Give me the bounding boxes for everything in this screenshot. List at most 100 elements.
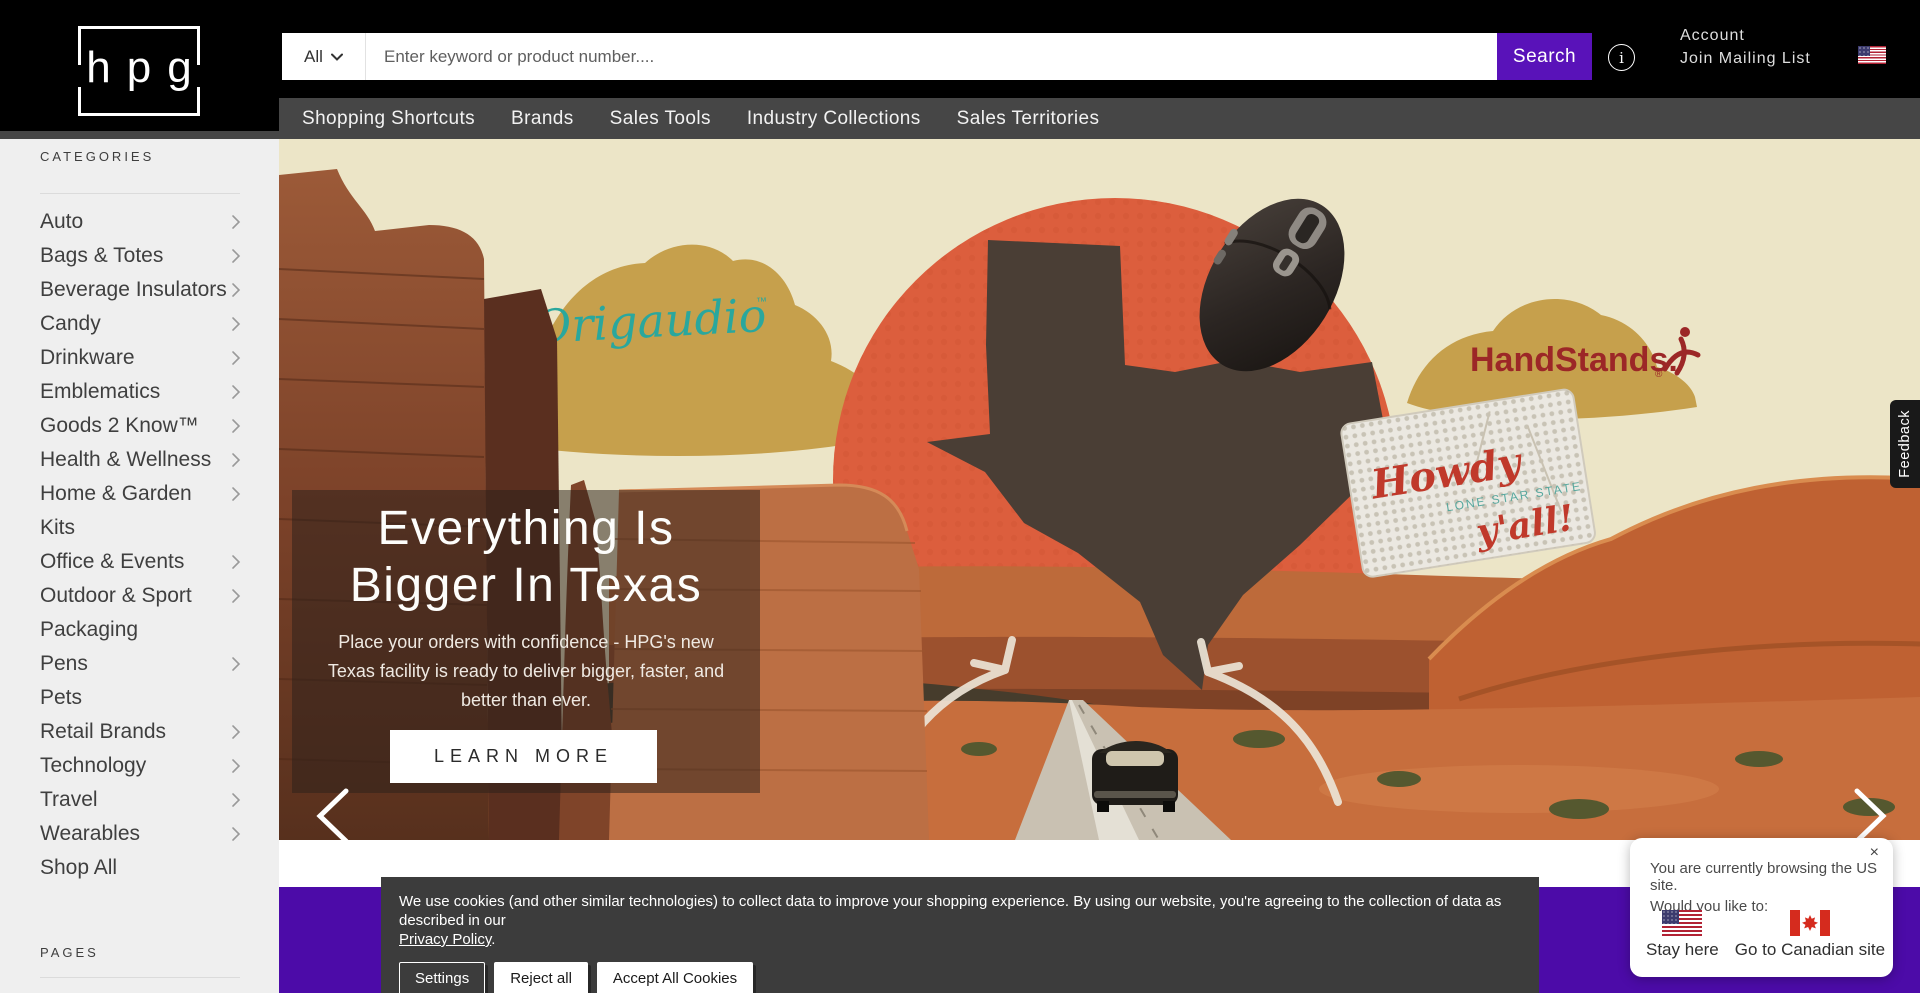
nav-item-industry-collections[interactable]: Industry Collections — [747, 108, 921, 130]
category-label: Goods 2 Know™ — [40, 414, 199, 438]
cookie-reject-all-button[interactable]: Reject all — [494, 962, 588, 993]
cookie-buttons: Settings Reject all Accept All Cookies — [399, 962, 1521, 993]
category-label: Wearables — [40, 822, 140, 846]
join-mailing-list-link[interactable]: Join Mailing List — [1680, 47, 1811, 70]
category-label: Auto — [40, 210, 83, 234]
chevron-down-icon — [331, 53, 343, 61]
cookie-banner: We use cookies (and other similar techno… — [381, 877, 1539, 993]
sidebar-item-emblematics[interactable]: Emblematics — [0, 375, 279, 409]
hero-headline: Everything Is Bigger In Texas — [292, 500, 760, 614]
cookie-settings-button[interactable]: Settings — [399, 962, 485, 993]
hero-text-panel: Everything Is Bigger In Texas Place your… — [292, 490, 760, 793]
region-option-stay-here[interactable]: Stay here — [1646, 910, 1719, 960]
chevron-right-icon — [231, 724, 241, 740]
region-option-label: Go to Canadian site — [1735, 940, 1885, 960]
sidebar-item-auto[interactable]: Auto — [0, 205, 279, 239]
category-label: Packaging — [40, 618, 138, 642]
carousel-next-button[interactable] — [1847, 787, 1893, 840]
sidebar: CATEGORIES Auto Bags & Totes Beverage Insu… — [0, 139, 279, 993]
chevron-right-icon — [231, 792, 241, 808]
chevron-right-icon — [231, 384, 241, 400]
search-input[interactable] — [366, 33, 1497, 80]
popup-line1: You are currently browsing the US site. — [1650, 860, 1893, 894]
nav-item-brands[interactable]: Brands — [511, 108, 574, 130]
feedback-tab[interactable]: Feedback — [1890, 400, 1920, 488]
chevron-right-icon — [231, 350, 241, 366]
hpg-logo-text: hpg — [81, 43, 213, 93]
us-flag-icon[interactable] — [1858, 46, 1886, 64]
svg-text:™: ™ — [756, 296, 768, 309]
chevron-right-icon — [231, 282, 241, 298]
category-label: Shop All — [40, 856, 117, 880]
divider — [40, 193, 240, 194]
sidebar-item-wearables[interactable]: Wearables — [0, 817, 279, 851]
region-popup: × You are currently browsing the US site… — [1630, 838, 1893, 977]
sidebar-item-travel[interactable]: Travel — [0, 783, 279, 817]
privacy-policy-link[interactable]: Privacy Policy — [399, 931, 491, 948]
hero-description: Place your orders with confidence - HPG'… — [320, 628, 732, 715]
sidebar-item-office-events[interactable]: Office & Events — [0, 545, 279, 579]
cookie-period: . — [491, 931, 495, 948]
sidebar-item-outdoor-sport[interactable]: Outdoor & Sport — [0, 579, 279, 613]
category-label: Kits — [40, 516, 75, 540]
sidebar-item-candy[interactable]: Candy — [0, 307, 279, 341]
account-link[interactable]: Account — [1680, 24, 1811, 47]
chevron-right-icon — [231, 588, 241, 604]
chevron-right-icon — [231, 486, 241, 502]
sidebar-item-retail-brands[interactable]: Retail Brands — [0, 715, 279, 749]
sidebar-item-bags-totes[interactable]: Bags & Totes — [0, 239, 279, 273]
feedback-tab-label: Feedback — [1897, 410, 1913, 478]
carousel-prev-button[interactable] — [310, 787, 356, 840]
category-label: Home & Garden — [40, 482, 192, 506]
hpg-logo[interactable]: hpg — [78, 26, 200, 116]
chevron-right-icon — [231, 248, 241, 264]
category-label: Travel — [40, 788, 98, 812]
category-label: Beverage Insulators — [40, 278, 227, 302]
hero-banner: Origaudio ™ HandStands. — [279, 139, 1920, 840]
divider — [40, 977, 240, 978]
sidebar-item-drinkware[interactable]: Drinkware — [0, 341, 279, 375]
chevron-right-icon — [231, 214, 241, 230]
cookie-accept-all-cookies-button[interactable]: Accept All Cookies — [597, 962, 753, 993]
nav-item-shopping-shortcuts[interactable]: Shopping Shortcuts — [302, 108, 475, 130]
sidebar-item-packaging[interactable]: Packaging — [0, 613, 279, 647]
region-option-go-to-canadian-site[interactable]: Go to Canadian site — [1735, 910, 1885, 960]
category-label: Technology — [40, 754, 146, 778]
search-filter-dropdown[interactable]: All — [282, 33, 366, 80]
chevron-right-icon — [231, 316, 241, 332]
chevron-right-icon — [231, 452, 241, 468]
category-label: Pets — [40, 686, 82, 710]
sidebar-item-home-garden[interactable]: Home & Garden — [0, 477, 279, 511]
sidebar-item-pets[interactable]: Pets — [0, 681, 279, 715]
sidebar-item-technology[interactable]: Technology — [0, 749, 279, 783]
chevron-right-icon — [231, 826, 241, 842]
car-image — [1092, 741, 1178, 812]
popup-options: Stay here Go to Canadian site — [1646, 910, 1885, 960]
category-label: Office & Events — [40, 550, 184, 574]
sidebar-item-beverage-insulators[interactable]: Beverage Insulators — [0, 273, 279, 307]
sidebar-item-goods-2-know[interactable]: Goods 2 Know™ — [0, 409, 279, 443]
chevron-right-icon — [231, 418, 241, 434]
maple-leaf-icon — [1802, 915, 1818, 931]
nav-item-sales-tools[interactable]: Sales Tools — [610, 108, 711, 130]
sidebar-item-pens[interactable]: Pens — [0, 647, 279, 681]
search-button[interactable]: Search — [1497, 33, 1592, 80]
search-filter-label: All — [304, 47, 323, 67]
sidebar-item-kits[interactable]: Kits — [0, 511, 279, 545]
sidebar-item-health-wellness[interactable]: Health & Wellness — [0, 443, 279, 477]
info-icon[interactable]: i — [1608, 44, 1635, 71]
category-list: Auto Bags & Totes Beverage Insulators Candy… — [0, 205, 279, 885]
category-label: Emblematics — [40, 380, 160, 404]
nav-item-sales-territories[interactable]: Sales Territories — [957, 108, 1100, 130]
logo-block: hpg — [0, 0, 279, 131]
category-label: Retail Brands — [40, 720, 166, 744]
svg-text:®: ® — [1655, 369, 1663, 380]
category-label: Pens — [40, 652, 88, 676]
region-option-label: Stay here — [1646, 940, 1719, 960]
close-icon[interactable]: × — [1866, 842, 1883, 864]
sidebar-item-shop-all[interactable]: Shop All — [0, 851, 279, 885]
categories-title: CATEGORIES — [40, 149, 154, 164]
pages-title: PAGES — [40, 945, 99, 960]
learn-more-button[interactable]: LEARN MORE — [390, 730, 657, 783]
cookie-message: We use cookies (and other similar techno… — [399, 893, 1501, 929]
